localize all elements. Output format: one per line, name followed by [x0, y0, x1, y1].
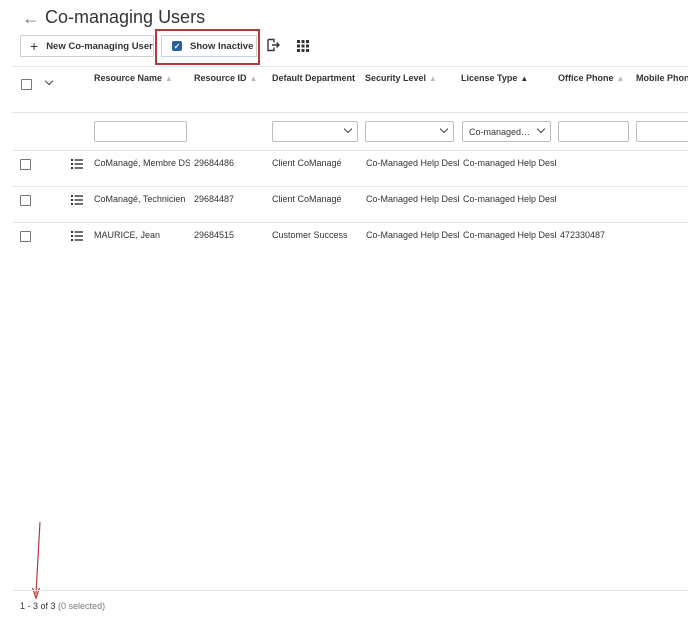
page-title: Co-managing Users	[45, 7, 206, 27]
license-type-filter-select[interactable]: Co-managed…	[462, 121, 551, 142]
row-checkbox[interactable]	[20, 159, 31, 170]
default-department-filter-select[interactable]	[272, 121, 358, 142]
resource-name-filter-input[interactable]	[94, 121, 187, 142]
divider	[12, 590, 688, 591]
cell-resource-name: CoManagé, Technicien	[94, 194, 186, 204]
license-type-filter-value: Co-managed…	[469, 126, 531, 137]
column-header-default-department[interactable]: Default Department	[272, 73, 355, 83]
cell-resource-id: 29684486	[194, 158, 235, 168]
context-menu-list-icon[interactable]	[71, 159, 83, 169]
cell-license-type: Co-managed Help Desk	[463, 158, 556, 168]
context-menu-list-icon[interactable]	[71, 231, 83, 241]
cell-resource-name: MAURICE, Jean	[94, 230, 161, 240]
sort-icon: ▲︎	[249, 74, 258, 83]
divider	[12, 150, 688, 151]
column-header-license-type[interactable]: License Type ▲︎	[461, 73, 528, 83]
cell-office-phone: 472330487	[560, 230, 606, 240]
column-header-security-level[interactable]: Security Level ▲︎	[365, 73, 437, 83]
new-co-managing-user-label: New Co-managing User	[46, 40, 153, 52]
cell-resource-id: 29684487	[194, 194, 235, 204]
column-header-resource-id[interactable]: Resource ID ▲︎	[194, 73, 257, 83]
new-co-managing-user-button[interactable]: + New Co-managing User	[20, 35, 154, 57]
cell-security-level: Co-Managed Help Desk	[366, 194, 459, 204]
chevron-down-icon	[343, 124, 353, 134]
divider	[12, 112, 688, 113]
cell-resource-id: 29684515	[194, 230, 235, 240]
select-all-checkbox[interactable]	[21, 79, 32, 90]
plus-icon: +	[30, 38, 39, 54]
cell-license-type: Co-managed Help Desk	[463, 230, 556, 240]
cell-default-department: Customer Success	[272, 230, 348, 240]
chevron-down-icon	[439, 124, 449, 134]
office-phone-filter-input[interactable]	[558, 121, 629, 142]
back-arrow-icon[interactable]: ←	[22, 8, 40, 29]
cell-default-department: Client CoManagé	[272, 158, 342, 168]
divider	[12, 186, 688, 187]
record-range: 1 - 3 of 3	[20, 601, 56, 611]
cell-security-level: Co-Managed Help Desk	[366, 158, 459, 168]
highlight-box-annotation	[155, 29, 260, 65]
pagination-status: 1 - 3 of 3 (0 selected)	[20, 601, 105, 611]
cell-security-level: Co-Managed Help Desk	[366, 230, 459, 240]
security-level-filter-select[interactable]	[365, 121, 454, 142]
cell-license-type: Co-managed Help Desk	[463, 194, 556, 204]
column-header-office-phone[interactable]: Office Phone ▲︎	[558, 73, 624, 83]
chevron-down-icon	[536, 124, 546, 134]
sort-icon: ▲︎	[616, 74, 625, 83]
cell-default-department: Client CoManagé	[272, 194, 342, 204]
cell-resource-name: CoManagé, Membre DSI	[94, 158, 190, 168]
column-chooser-grid-icon[interactable]	[297, 40, 309, 52]
column-header-resource-name[interactable]: Resource Name ▲︎	[94, 73, 173, 83]
column-header-mobile-phone[interactable]: Mobile Phone	[636, 73, 688, 83]
export-icon[interactable]	[266, 38, 280, 52]
row-checkbox[interactable]	[20, 195, 31, 206]
divider	[12, 222, 688, 223]
selected-count: (0 selected)	[58, 601, 106, 611]
context-menu-list-icon[interactable]	[71, 195, 83, 205]
sort-ascending-icon: ▲︎	[520, 74, 529, 83]
sort-icon: ▲︎	[165, 74, 173, 83]
sort-icon: ▲︎	[429, 74, 437, 83]
row-checkbox[interactable]	[20, 231, 31, 242]
mobile-phone-filter-input[interactable]	[636, 121, 688, 142]
